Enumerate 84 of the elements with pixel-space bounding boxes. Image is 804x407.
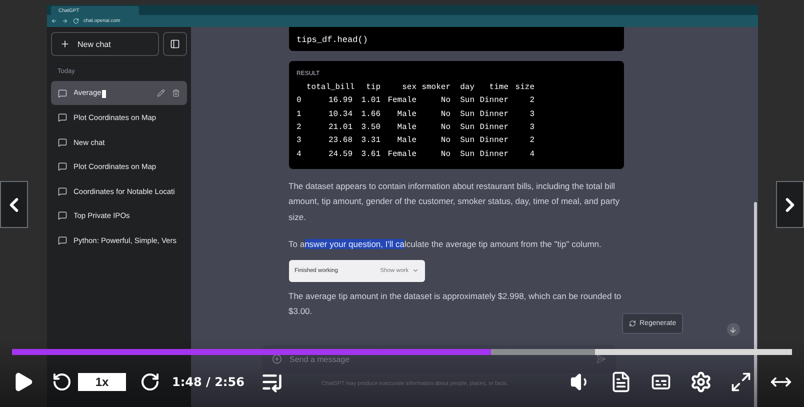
chevron-icon	[412, 267, 418, 274]
settings-button[interactable]	[690, 371, 712, 393]
table-cell-text: No	[440, 150, 450, 159]
panel-icon	[170, 39, 180, 49]
table-cell-text: Dinner	[478, 136, 508, 146]
new-chat-button[interactable]: New chat	[50, 32, 158, 56]
table-cell-text: 21.01	[327, 123, 352, 132]
table-cell-text: 23.68	[327, 136, 352, 146]
playback-time: 1:48 / 2:56	[172, 375, 244, 389]
refresh-icon	[628, 320, 636, 327]
column-header: time	[488, 83, 508, 92]
edit-icon[interactable]	[156, 89, 164, 97]
table-cell-text: Sun	[459, 150, 474, 159]
column-header: sex	[401, 83, 416, 92]
table-cell-text: 2	[528, 96, 534, 106]
table-cell-text: 1.66	[360, 110, 380, 119]
table-cell-text: 0	[296, 96, 302, 106]
column-header: day	[459, 83, 474, 92]
chat-bubble-icon	[58, 236, 66, 244]
chat-bubble-icon	[58, 88, 66, 98]
forward-button[interactable]	[140, 372, 160, 392]
table-cell-text: 3	[296, 136, 302, 146]
transcript-button[interactable]	[610, 371, 632, 393]
table-cell-text: No	[440, 123, 450, 132]
chat-bubble-icon	[58, 211, 66, 220]
table-cell-text: Sun	[459, 96, 474, 106]
column-header: size	[514, 83, 534, 92]
column-header: tip	[365, 83, 380, 92]
fullscreen-button[interactable]	[730, 371, 752, 393]
forward-icon[interactable]	[62, 18, 68, 24]
rewind-button[interactable]	[52, 372, 72, 392]
table-cell-text: 1	[296, 110, 302, 119]
reload-icon[interactable]	[72, 18, 78, 24]
arrow-down-icon	[729, 326, 737, 334]
table-cell-text: Female	[386, 150, 416, 159]
chat-bubble-icon	[58, 162, 66, 171]
table-cell-text: 16.99	[327, 96, 352, 106]
table-cell-text: 2	[296, 123, 302, 132]
table-cell-text: Sun	[459, 110, 474, 119]
chat-bubble-icon	[58, 113, 66, 122]
table-cell-text: No	[440, 136, 450, 146]
table-cell-text: Sun	[459, 136, 474, 146]
chat-bubble-icon	[58, 186, 66, 196]
sidebar-toggle-button[interactable]	[162, 32, 186, 56]
table-cell-text: Male	[396, 136, 416, 146]
table-cell-text: Male	[396, 123, 416, 132]
code-block: tips_df.head()	[288, 27, 624, 51]
table-cell-text: 2	[528, 136, 534, 146]
chat-bubble-icon	[58, 138, 66, 146]
table-cell-text: Sun	[459, 123, 474, 132]
table-cell-text: 3	[528, 110, 534, 119]
column-header: total_bill	[306, 83, 352, 92]
next-button[interactable]	[776, 181, 804, 228]
delete-icon[interactable]	[172, 89, 180, 97]
table-cell-text: 3.61	[360, 150, 380, 159]
previous-button[interactable]	[0, 181, 28, 228]
table-cell-text: No	[440, 110, 450, 119]
table-cell-text: 4	[296, 150, 302, 159]
table-cell-text: Female	[386, 96, 416, 106]
scroll-bar[interactable]	[754, 202, 756, 407]
table-cell-text: 10.34	[327, 110, 352, 119]
table-cell-text: No	[440, 96, 450, 106]
table-cell-text: Dinner	[478, 110, 508, 119]
column-header: smoker	[420, 83, 450, 92]
table-cell-text: Dinner	[478, 150, 508, 159]
answer-paragraph: To answer your question, I'll calculate the average tip amount from the "tip" column.	[288, 238, 602, 252]
back-icon[interactable]	[50, 18, 56, 24]
message-input[interactable]: Send a message	[288, 354, 590, 364]
table-cell-text: Dinner	[478, 96, 508, 106]
table-cell-text: 3.50	[360, 123, 380, 132]
table-cell-text: Dinner	[478, 123, 508, 132]
scroll-down-button[interactable]	[726, 323, 740, 336]
send-icon[interactable]	[596, 354, 606, 364]
table-cell-text: Male	[396, 110, 416, 119]
add-icon[interactable]	[272, 354, 282, 364]
answer-paragraph: The dataset appears to contain information about restaurant bills, including the total bill amount, tip amount, gender of the customer, smoker status, day, time of meal, and party size.	[288, 180, 621, 224]
answer-paragraph: The average tip amount in the dataset is approximately $2.998, which can be rounded to $3.00.	[288, 290, 622, 318]
table-cell-text: 24.59	[327, 150, 352, 159]
table-cell-text: 1.01	[360, 96, 380, 106]
speed-button[interactable]: 1x	[78, 373, 126, 391]
plus-icon	[60, 39, 70, 49]
table-cell-text: 3	[528, 123, 534, 132]
table-cell-text: 3.31	[360, 136, 380, 146]
table-cell-text: 4	[528, 150, 534, 159]
